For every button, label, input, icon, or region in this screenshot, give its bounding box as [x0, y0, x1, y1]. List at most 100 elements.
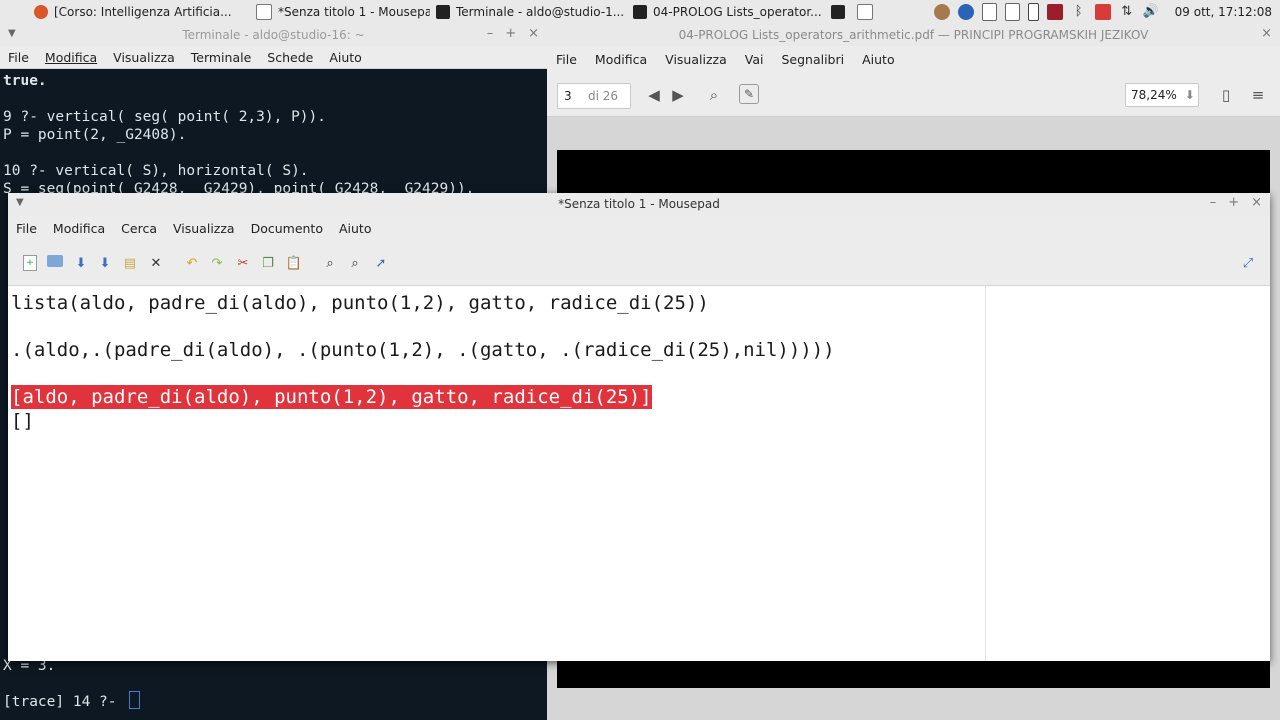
taskbar-item-mousepad[interactable]: *Senza titolo 1 - Mousepad: [250, 0, 430, 24]
bookmark-icon[interactable]: ▯: [1215, 84, 1237, 106]
menu-documento[interactable]: Documento: [243, 221, 331, 236]
close-icon[interactable]: ×: [1261, 26, 1272, 41]
hamburger-menu-icon[interactable]: ≡: [1247, 84, 1269, 106]
volume-icon[interactable]: 🔊: [1143, 4, 1159, 20]
text-editor[interactable]: lista(aldo, padre_di(aldo), punto(1,2), …: [8, 286, 1270, 661]
edit-icon[interactable]: [1004, 3, 1020, 21]
terminal-titlebar[interactable]: ▼ Terminale - aldo@studio-16: ~ – + ×: [0, 24, 547, 46]
menu-cerca[interactable]: Cerca: [113, 221, 165, 236]
system-tray: ᛒ ⇅ 🔊 09 ott, 17:12:08: [930, 0, 1280, 24]
editor-line-4: []: [11, 410, 34, 432]
terminal-line: P = point(2, _G2408).: [3, 127, 187, 143]
redo-icon[interactable]: ↷: [209, 255, 225, 271]
menu-schede[interactable]: Schede: [259, 50, 321, 65]
terminal-prompt[interactable]: [trace] 14 ?-: [3, 691, 141, 710]
task-label: [Corso: Intelligenza Artificia...: [54, 5, 232, 19]
mousepad-titlebar[interactable]: ▼ *Senza titolo 1 - Mousepad – + ×: [8, 193, 1270, 215]
terminal-line: true.: [3, 73, 47, 89]
menu-modifica[interactable]: Modifica: [586, 52, 656, 67]
maximize-icon[interactable]: +: [505, 26, 516, 41]
copy-icon[interactable]: ❐: [260, 255, 276, 271]
taskbar-item-terminal[interactable]: Terminale - aldo@studio-1...: [430, 0, 627, 24]
menu-file[interactable]: File: [8, 221, 45, 236]
zoom-select[interactable]: 78,24% ⬇: [1125, 83, 1199, 107]
clock[interactable]: 09 ott, 17:12:08: [1175, 5, 1272, 19]
taskbar-item-terminal-small[interactable]: [829, 0, 855, 24]
page-total: di 26: [588, 89, 619, 103]
pdf-toolbar: 3 di 26 ◀ ▶ ⌕ ✎ 78,24% ⬇ ▯ ≡: [547, 72, 1280, 117]
menu-vai[interactable]: Vai: [736, 52, 773, 67]
new-document-icon[interactable]: +: [23, 255, 37, 271]
mousepad-menubar: File Modifica Cerca Visualizza Documento…: [8, 215, 1270, 241]
pdf-menubar: File Modifica Visualizza Vai Segnalibri …: [547, 46, 1280, 72]
editor-line-1: lista(aldo, padre_di(aldo), punto(1,2), …: [11, 292, 709, 314]
window-title: *Senza titolo 1 - Mousepad: [558, 197, 720, 211]
document-icon[interactable]: [981, 3, 997, 21]
search-icon[interactable]: ⌕: [703, 84, 725, 106]
page-number-field[interactable]: 3 di 26: [557, 83, 631, 109]
maximize-icon[interactable]: +: [1228, 195, 1239, 210]
mousepad-toolbar: + ⬇ ⬇ ▤ ✕ ↶ ↷ ✂ ❐ 📋 ⌕ ⌕ ➚ ⤢: [8, 241, 1270, 286]
pdf-viewer-icon: [633, 5, 647, 19]
network-icon[interactable]: ⇅: [1119, 4, 1135, 20]
menu-terminale[interactable]: Terminale: [183, 50, 260, 65]
menu-visualizza[interactable]: Visualizza: [656, 52, 736, 67]
revert-icon[interactable]: ▤: [122, 255, 138, 271]
menu-modifica[interactable]: Modifica: [45, 221, 113, 236]
minimize-icon[interactable]: –: [487, 26, 494, 41]
prompt-text: [trace] 14 ?-: [3, 694, 126, 710]
fullscreen-icon[interactable]: ⤢: [1240, 255, 1256, 271]
menu-segnalibri[interactable]: Segnalibri: [772, 52, 853, 67]
page-number[interactable]: 3: [558, 89, 588, 103]
taskbar-item-pdf[interactable]: 04-PROLOG Lists_operator...: [627, 0, 829, 24]
paste-icon[interactable]: 📋: [286, 255, 302, 271]
right-margin-guide: [985, 286, 986, 661]
cut-icon[interactable]: ✂: [235, 255, 251, 271]
window-menu-icon[interactable]: ▼: [16, 197, 24, 208]
terminal-cursor: [129, 691, 141, 709]
top-panel: [Corso: Intelligenza Artificia... *Senza…: [0, 0, 1280, 25]
mousepad-window: ▼ *Senza titolo 1 - Mousepad – + × File …: [8, 193, 1270, 661]
terminal-icon: [831, 5, 845, 19]
task-label: Terminale - aldo@studio-1...: [456, 5, 625, 19]
menu-visualizza[interactable]: Visualizza: [105, 50, 183, 65]
close-icon[interactable]: ×: [1251, 195, 1262, 210]
menu-file[interactable]: File: [0, 50, 37, 65]
close-icon[interactable]: ×: [528, 26, 539, 41]
editor-line-3-selected: [aldo, padre_di(aldo), punto(1,2), gatto…: [11, 385, 652, 409]
menu-aiuto[interactable]: Aiuto: [331, 221, 380, 236]
open-folder-icon[interactable]: [47, 255, 63, 267]
chevron-down-icon: ⬇: [1184, 88, 1195, 102]
menu-modifica[interactable]: Modifica: [37, 50, 105, 65]
record-icon[interactable]: [1046, 4, 1063, 20]
terminal-icon: [436, 5, 450, 19]
taskbar-item-editor-small[interactable]: [855, 0, 881, 24]
bluetooth-icon[interactable]: ᛒ: [1071, 4, 1087, 20]
find-icon[interactable]: ⌕: [322, 255, 338, 271]
find-replace-icon[interactable]: ⌕: [347, 255, 363, 271]
next-page-icon[interactable]: ▶: [667, 84, 689, 106]
window-menu-icon[interactable]: ▼: [8, 28, 16, 39]
save-icon[interactable]: ⬇: [73, 255, 89, 271]
window-title: 04-PROLOG Lists_operators_arithmetic.pdf…: [678, 28, 1149, 42]
annotate-icon[interactable]: ✎: [739, 84, 759, 104]
menu-visualizza[interactable]: Visualizza: [165, 221, 243, 236]
goto-icon[interactable]: ➚: [373, 255, 389, 271]
battery-icon[interactable]: [1027, 3, 1039, 21]
pdf-titlebar[interactable]: 04-PROLOG Lists_operators_arithmetic.pdf…: [547, 24, 1280, 46]
close-document-icon[interactable]: ✕: [148, 255, 164, 271]
menu-file[interactable]: File: [547, 52, 586, 67]
text-editor-icon: [857, 4, 873, 20]
hp-icon[interactable]: [957, 4, 974, 20]
menu-aiuto[interactable]: Aiuto: [853, 52, 904, 67]
minimize-icon[interactable]: –: [1210, 195, 1217, 210]
taskbar-item-browser[interactable]: [Corso: Intelligenza Artificia...: [0, 0, 250, 24]
save-as-icon[interactable]: ⬇: [97, 255, 113, 271]
user-icon[interactable]: [933, 4, 950, 20]
menu-aiuto[interactable]: Aiuto: [321, 50, 370, 65]
previous-page-icon[interactable]: ◀: [643, 84, 665, 106]
undo-icon[interactable]: ↶: [184, 255, 200, 271]
camera-icon[interactable]: [1094, 4, 1111, 20]
